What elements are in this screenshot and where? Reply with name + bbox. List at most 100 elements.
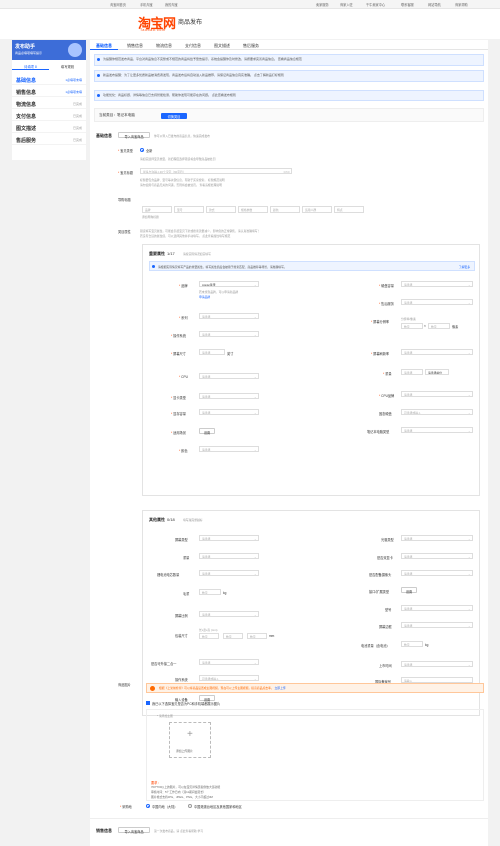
- type-new-radio[interactable]: [140, 148, 144, 152]
- lightbulb-icon: [68, 43, 82, 57]
- title-input[interactable]: 最多允许输入30个汉字（60字符） 0/60: [140, 168, 292, 174]
- battery-cells-select[interactable]: 请选择 ⌄: [199, 570, 259, 576]
- tab-sales[interactable]: 销售信息: [127, 43, 143, 49]
- top-bar: 淘宝网首页 手机淘宝 我的淘宝 卖家服务 商家入驻 千牛卖家中心 联系客服 网站…: [0, 0, 500, 9]
- info-icon: [152, 264, 155, 268]
- topbar-link-sitemap[interactable]: 网站导航: [428, 2, 441, 7]
- package-length-input[interactable]: 数字: [199, 633, 219, 639]
- origin-other-radio[interactable]: [188, 804, 192, 808]
- os-select[interactable]: 请选择 ⌄: [199, 331, 259, 337]
- cpu-brand-select[interactable]: 请选择 ⌄: [401, 391, 473, 397]
- guide-cell[interactable]: 适用人群: [302, 206, 332, 213]
- res-hint: 分辨率/像素: [401, 317, 416, 321]
- screen-ratio-select[interactable]: 请选择 ⌄: [199, 611, 259, 617]
- guide-cell[interactable]: 特点: [334, 206, 364, 213]
- page-title: 商品发布: [178, 20, 203, 26]
- scenario-set-button[interactable]: 设置: [199, 428, 215, 435]
- important-title: 重要属性: [149, 251, 165, 256]
- brand-apply-link[interactable]: 申请品牌: [199, 295, 210, 299]
- release-date-select[interactable]: 请选择 ⌄: [401, 661, 473, 667]
- attr-label: 屏幕边框: [379, 625, 392, 629]
- refresh-rate-select[interactable]: 请选择 ⌄: [401, 349, 473, 355]
- topbar-link-mytaobao[interactable]: 我的淘宝: [165, 2, 178, 7]
- topbar-link-mobile[interactable]: 手机淘宝: [140, 2, 153, 7]
- aftersales-select[interactable]: 请选择 ⌄: [401, 299, 473, 305]
- select-placeholder: 请选择: [404, 623, 413, 628]
- origin-mainland-radio[interactable]: [146, 804, 150, 808]
- publish-form: 基础信息 销售信息 物流信息 支付信息 图文描述 售后服务 为提醒你规范发布商品…: [90, 40, 488, 846]
- gross-weight-input[interactable]: 数字: [199, 589, 221, 595]
- other-count: 0/18: [167, 517, 175, 522]
- tab-rules[interactable]: 填写规则: [49, 62, 86, 70]
- origin-other-label: 中国港澳台地区及其他国家和地区: [194, 805, 242, 809]
- guide-cell[interactable]: 款式: [206, 206, 236, 213]
- chevron-down-icon: ⌄: [253, 447, 257, 452]
- gpu-type-select[interactable]: 请选择 ⌄: [199, 393, 259, 399]
- tab-logistics[interactable]: 物流信息: [156, 43, 172, 49]
- color-select[interactable]: 请选择 ⌄: [199, 446, 259, 452]
- weight-unit-select[interactable]: 请选择单位: [425, 369, 449, 375]
- tab-aftersales[interactable]: 售后服务: [243, 43, 259, 49]
- chevron-down-icon: ⌄: [253, 536, 257, 541]
- sidebar-item-payment[interactable]: 支付信息 已完成: [12, 110, 86, 121]
- tab-payment[interactable]: 支付信息: [185, 43, 201, 49]
- brand-select[interactable]: Apple/苹果 ⌄: [199, 281, 259, 287]
- sidebar-item-basic[interactable]: 基础信息 1必填项未填: [12, 74, 86, 85]
- pc-mobile-checkbox[interactable]: [146, 701, 150, 705]
- weight-select[interactable]: 请选择 ⌄: [199, 553, 259, 559]
- screen-bezel-select[interactable]: 请选择 ⌄: [401, 622, 473, 628]
- package-height-input[interactable]: 数字: [247, 633, 267, 639]
- topbar-link-merchant[interactable]: 商家入驻: [340, 2, 353, 7]
- battery-weight-input[interactable]: 数字: [401, 641, 423, 647]
- sidebar-item-aftersales[interactable]: 售后服务 已完成: [12, 134, 86, 145]
- guide-cell[interactable]: 型号: [174, 206, 204, 213]
- cpu-select[interactable]: 请选择 ⌄: [199, 373, 259, 379]
- weight-input[interactable]: 请选择: [401, 369, 423, 375]
- topbar-link-help[interactable]: 商家帮助: [455, 2, 468, 7]
- disk-select[interactable]: 请选择 ⌄: [401, 281, 473, 287]
- guide-cell[interactable]: 品牌: [142, 206, 172, 213]
- info-icon: [97, 93, 100, 97]
- ssd-input[interactable]: 可选择或输入 ⌄: [401, 409, 473, 415]
- select-placeholder: 可选择或输入: [202, 676, 219, 681]
- camera-select[interactable]: 请选择 ⌄: [401, 570, 473, 576]
- important-tip-link[interactable]: 了解更多: [459, 265, 470, 269]
- vram-select[interactable]: 请选择 ⌄: [199, 409, 259, 415]
- laptop-type-select[interactable]: 请选择 ⌄: [401, 427, 473, 433]
- tab-pending[interactable]: 待填项 8: [12, 62, 49, 70]
- optical-drive-select[interactable]: 请选择 ⌄: [401, 535, 473, 541]
- interface-set-button[interactable]: 设置: [401, 587, 417, 594]
- topbar-link-home[interactable]: 淘宝网首页: [110, 2, 126, 7]
- sales-import-button[interactable]: 导入淘宝商品: [118, 827, 150, 834]
- model-select[interactable]: 请选择 ⌄: [401, 605, 473, 611]
- tab-description[interactable]: 图文描述: [214, 43, 230, 49]
- two-in-one-select[interactable]: 请选择 ⌄: [199, 659, 259, 665]
- package-width-input[interactable]: 数字: [223, 633, 243, 639]
- attr-label: 屏幕尺寸: [173, 352, 186, 356]
- sidebar-item-sales[interactable]: 销售信息 1必填项未填: [12, 86, 86, 97]
- topbar-link-service[interactable]: 联系客服: [401, 2, 414, 7]
- select-placeholder: 请选择: [404, 536, 413, 541]
- video-warning: 根据《上架前检查》可以将商品设置成主图视频，现在可以上传主图视频，提高商品点击率…: [146, 683, 484, 693]
- topbar-link-seller-services[interactable]: 卖家服务: [316, 2, 329, 7]
- upload-video-link[interactable]: 立即上传: [274, 686, 285, 690]
- guide-cell[interactable]: 规格参数: [238, 206, 268, 213]
- res-height-input[interactable]: 数字: [428, 323, 450, 329]
- series-select[interactable]: 请选择 ⌄: [199, 313, 259, 319]
- image-upload-box[interactable]: + 添加上传图片: [169, 722, 211, 758]
- dual-gpu-select[interactable]: 请选择 ⌄: [401, 553, 473, 559]
- switch-category-button[interactable]: 切换类目: [161, 112, 187, 119]
- sidebar-item-logistics[interactable]: 物流信息 已完成: [12, 98, 86, 109]
- topbar-link-qianniu[interactable]: 千牛卖家中心: [366, 2, 385, 7]
- res-width-input[interactable]: 数字: [401, 323, 423, 329]
- chevron-down-icon: ⌄: [253, 314, 257, 319]
- os-input[interactable]: 可选择或输入 ⌄: [199, 675, 259, 681]
- guide-cell[interactable]: 颜色: [270, 206, 300, 213]
- select-placeholder: 请选择: [202, 447, 211, 452]
- media-label: 商品图片: [118, 683, 131, 687]
- import-button[interactable]: 导入淘宝商品: [118, 132, 150, 139]
- screen-size-input[interactable]: 请选择: [199, 349, 225, 355]
- sidebar-item-description[interactable]: 图文描述 已完成: [12, 122, 86, 133]
- screen-type-select[interactable]: 请选择 ⌄: [199, 535, 259, 541]
- attr-label: 型号: [385, 608, 392, 612]
